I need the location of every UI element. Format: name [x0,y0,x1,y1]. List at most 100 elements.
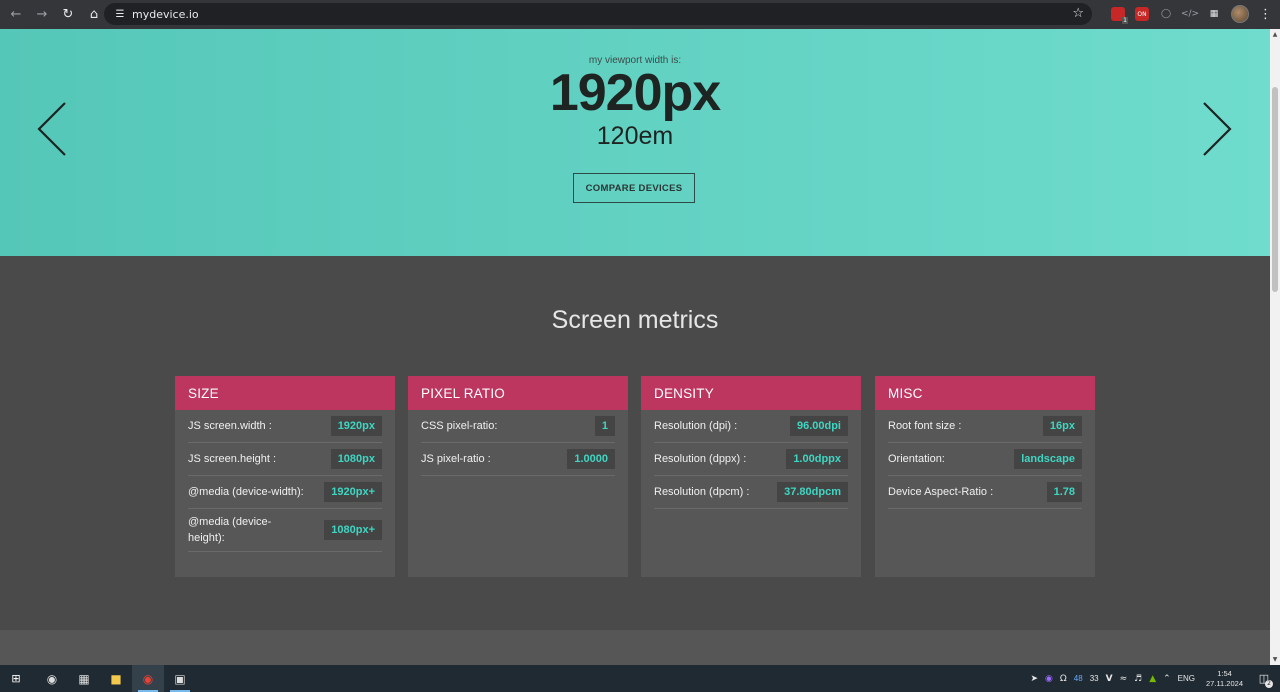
extension-1-icon[interactable]: 1 [1111,7,1128,24]
headset-icon[interactable]: Ω [1060,674,1067,684]
browser-toolbar: ← → ↻ ⌂ ☰ mydevice.io ☆ 1 ON ◯ </> ▦ ⋮ [0,0,1280,29]
card-title: MISC [875,376,1095,410]
metric-row: Resolution (dpi) : 96.00dpi [654,410,848,443]
extensions-bar: 1 ON ◯ </> ▦ ⋮ [1111,3,1272,25]
taskbar-app-chrome[interactable]: ◉ [132,665,164,692]
metric-label: Orientation: [888,453,945,465]
metric-value: 1920px [330,416,382,436]
folder-icon: ■ [110,671,122,686]
taskbar-app-explorer[interactable]: ■ [100,665,132,692]
tray-v-icon[interactable]: V [1106,674,1113,684]
code-extension-icon[interactable]: </> [1181,7,1199,21]
taskbar: ⊞ ◉ ▦ ■ ◉ ▣ ➤ ◉ Ω 48 33 V ≈ ♬ ▲ ⌃ ENG 1:… [0,665,1280,692]
screen-metrics-section: Screen metrics SIZE JS screen.width : 19… [0,256,1270,630]
back-button[interactable]: ← [4,3,28,27]
compare-devices-button[interactable]: COMPARE DEVICES [573,173,695,203]
windows-icon: ⊞ [11,672,21,685]
tray-chevron-icon[interactable]: ⌃ [1163,674,1171,684]
metric-row: JS screen.width : 1920px [188,410,382,443]
metric-value: 1920px+ [324,482,382,502]
calculator-icon: ▦ [78,671,90,686]
paint-icon: ◉ [46,671,58,686]
telegram-icon[interactable]: ➤ [1031,674,1039,684]
address-bar[interactable]: ☰ mydevice.io ☆ [104,3,1092,25]
card-title: DENSITY [641,376,861,410]
metric-value: 1 [594,416,615,436]
tray-counter-b[interactable]: 33 [1090,674,1099,683]
system-tray: ➤ ◉ Ω 48 33 V ≈ ♬ ▲ ⌃ ENG 1:54 27.11.202… [1031,665,1280,692]
metric-value: 1080px [330,449,382,469]
metric-label: Device Aspect-Ratio : [888,486,994,498]
metric-label: JS pixel-ratio : [421,453,491,465]
tune-icon[interactable]: ☰ [110,9,130,20]
puzzle-icon[interactable]: ▦ [1207,7,1221,21]
metric-row: JS pixel-ratio : 1.0000 [421,443,615,476]
chrome-icon: ◉ [142,671,154,686]
kebab-menu-icon[interactable]: ⋮ [1259,7,1272,22]
metric-value: 1.78 [1046,482,1082,502]
volume-icon[interactable]: ♬ [1134,674,1142,684]
metric-value: 1080px+ [324,520,382,540]
clock-date: 27.11.2024 [1206,678,1243,688]
scroll-down-icon[interactable]: ▼ [1270,656,1280,663]
forward-button[interactable]: → [30,3,54,27]
scrollbar-thumb[interactable] [1272,87,1278,292]
next-section [0,630,1270,665]
metric-row: Device Aspect-Ratio : 1.78 [888,476,1082,509]
metric-value: 96.00dpi [789,416,848,436]
metric-label: JS screen.height : [188,453,277,465]
notification-count: 2 [1265,679,1273,688]
metric-row: Orientation: landscape [888,443,1082,476]
density-card: DENSITY Resolution (dpi) : 96.00dpi Reso… [641,376,861,577]
terminal-icon: ▣ [174,671,186,686]
tray-counter-a[interactable]: 48 [1074,674,1083,683]
profile-avatar[interactable] [1231,5,1249,23]
metric-row: CSS pixel-ratio: 1 [421,410,615,443]
metric-label: Root font size : [888,420,962,432]
wifi-icon[interactable]: ≈ [1120,674,1128,684]
home-button[interactable]: ⌂ [82,3,106,27]
reload-button[interactable]: ↻ [56,3,80,27]
language-indicator[interactable]: ENG [1178,674,1195,683]
notification-center-button[interactable]: ◫ 2 [1254,669,1274,689]
page-scrollbar[interactable]: ▲ ▼ [1270,29,1280,665]
star-icon[interactable]: ☆ [1072,6,1084,21]
metric-row: JS screen.height : 1080px [188,443,382,476]
metric-label: JS screen.width : [188,420,272,432]
metric-value: 1.00dppx [786,449,848,469]
taskbar-app-paint[interactable]: ◉ [36,665,68,692]
hero-section: my viewport width is: 1920px 120em COMPA… [0,29,1270,256]
metric-row: @media (device-height): 1080px+ [188,509,382,552]
metric-label: @media (device-width): [188,486,304,498]
pixel-ratio-card: PIXEL RATIO CSS pixel-ratio: 1 JS pixel-… [408,376,628,577]
start-button[interactable]: ⊞ [0,665,32,692]
metric-value: 16px [1042,416,1082,436]
clock-time: 1:54 [1217,668,1232,678]
home-icon: ⌂ [89,7,99,22]
metric-row: Root font size : 16px [888,410,1082,443]
metric-row: @media (device-width): 1920px+ [188,476,382,509]
metric-row: Resolution (dpcm) : 37.80dpcm [654,476,848,509]
next-arrow-icon[interactable] [1200,101,1234,157]
address-url[interactable]: mydevice.io [132,8,199,21]
extension-2-icon[interactable]: ON [1135,7,1149,21]
metric-row: Resolution (dppx) : 1.00dppx [654,443,848,476]
metric-label: CSS pixel-ratio: [421,420,498,432]
arrow-right-icon: → [36,7,48,22]
section-title: Screen metrics [551,306,719,334]
size-card: SIZE JS screen.width : 1920px JS screen.… [175,376,395,577]
nvidia-icon[interactable]: ▲ [1149,674,1156,684]
clock[interactable]: 1:54 27.11.2024 [1206,669,1243,689]
arrow-left-icon: ← [10,7,22,22]
scroll-up-icon[interactable]: ▲ [1270,31,1280,38]
metric-label: Resolution (dpcm) : [654,486,750,498]
viewport-width-px: 1920px [549,64,721,122]
taskbar-app-calculator[interactable]: ▦ [68,665,100,692]
taskbar-app-terminal[interactable]: ▣ [164,665,196,692]
page-viewport: my viewport width is: 1920px 120em COMPA… [0,29,1270,665]
metric-value: 37.80dpcm [777,482,848,502]
metric-label: Resolution (dppx) : [654,453,747,465]
tray-app-icon[interactable]: ◉ [1045,674,1053,684]
viewport-width-em: 120em [596,122,674,150]
extension-3-icon[interactable]: ◯ [1159,7,1173,21]
